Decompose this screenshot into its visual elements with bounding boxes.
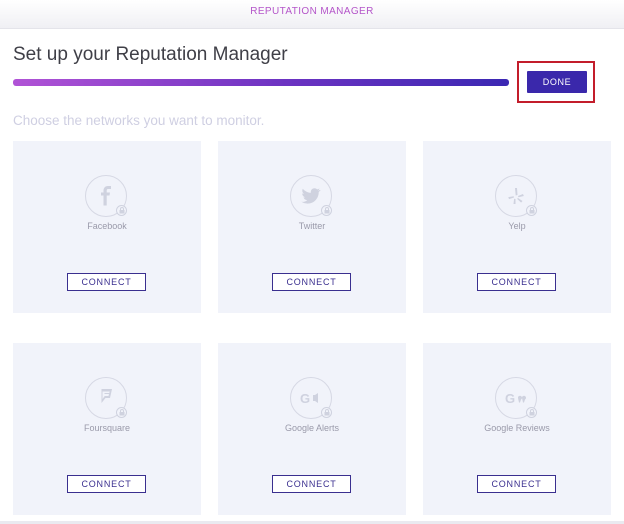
connect-yelp-button[interactable]: CONNECT <box>477 273 556 291</box>
top-bar: REPUTATION MANAGER <box>0 0 624 29</box>
network-name-yelp: Yelp <box>508 221 526 231</box>
facebook-icon <box>101 186 111 206</box>
yelp-icon <box>508 188 524 204</box>
network-card-yelp: Yelp CONNECT <box>423 141 611 313</box>
connect-foursquare-button[interactable]: CONNECT <box>67 475 146 493</box>
lock-icon <box>321 407 332 418</box>
facebook-icon-circle <box>85 175 127 217</box>
lock-icon <box>321 205 332 216</box>
connect-google-alerts-button[interactable]: CONNECT <box>272 475 351 493</box>
google-alerts-icon: G <box>300 391 318 405</box>
app-title: REPUTATION MANAGER <box>250 6 374 17</box>
google-reviews-icon: G <box>505 391 526 405</box>
lock-icon <box>526 205 537 216</box>
network-card-foursquare: Foursquare CONNECT <box>13 343 201 515</box>
lock-icon <box>116 407 127 418</box>
connect-google-reviews-button[interactable]: CONNECT <box>477 475 556 493</box>
google-alerts-icon-circle: G <box>290 377 332 419</box>
progress-bar <box>13 79 509 86</box>
google-reviews-icon-circle: G <box>495 377 537 419</box>
page-title: Set up your Reputation Manager <box>13 44 288 65</box>
network-card-twitter: Twitter CONNECT <box>218 141 406 313</box>
connect-facebook-button[interactable]: CONNECT <box>67 273 146 291</box>
twitter-icon-circle <box>290 175 332 217</box>
network-name-facebook: Facebook <box>87 221 127 231</box>
done-button-highlight: DONE <box>517 61 595 103</box>
lock-icon <box>526 407 537 418</box>
done-button[interactable]: DONE <box>527 71 587 93</box>
svg-text:G: G <box>505 391 515 405</box>
instruction-text: Choose the networks you want to monitor. <box>13 113 265 128</box>
network-card-google-reviews: G Google Reviews CONNECT <box>423 343 611 515</box>
foursquare-icon-circle <box>85 377 127 419</box>
yelp-icon-circle <box>495 175 537 217</box>
lock-icon <box>116 205 127 216</box>
network-card-google-alerts: G Google Alerts CONNECT <box>218 343 406 515</box>
network-name-twitter: Twitter <box>298 221 326 231</box>
network-name-foursquare: Foursquare <box>83 423 131 433</box>
twitter-icon <box>301 188 321 204</box>
connect-twitter-button[interactable]: CONNECT <box>272 273 351 291</box>
network-name-google-reviews: Google Reviews <box>484 423 550 433</box>
network-name-google-alerts: Google Alerts <box>284 423 340 433</box>
foursquare-icon <box>100 389 112 403</box>
network-card-facebook: Facebook CONNECT <box>13 141 201 313</box>
svg-text:G: G <box>300 391 310 405</box>
